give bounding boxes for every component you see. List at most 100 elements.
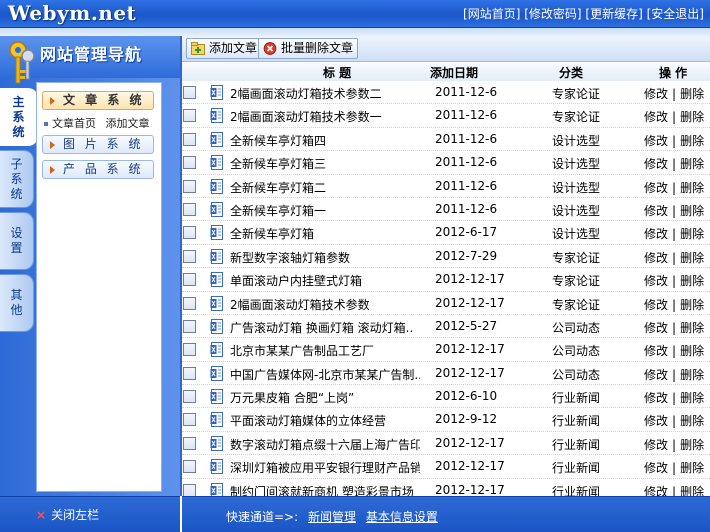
delete-link[interactable]: 删除 — [680, 321, 704, 335]
add-article-link[interactable]: 添加文章 — [106, 117, 150, 130]
edit-link[interactable]: 修改 — [644, 368, 668, 382]
row-checkbox[interactable] — [183, 179, 196, 193]
edit-link[interactable]: 修改 — [644, 321, 668, 335]
article-title[interactable]: 数字滚动灯箱点缀十六届上海广告印.. — [230, 436, 420, 453]
sub-header-strip — [0, 28, 710, 36]
delete-link[interactable]: 删除 — [680, 274, 704, 288]
tab-settings[interactable]: 设置 — [0, 212, 34, 270]
edit-link[interactable]: 修改 — [644, 274, 668, 288]
row-checkbox[interactable] — [183, 109, 196, 123]
tab-main-system[interactable]: 主系统 — [0, 88, 38, 146]
row-checkbox[interactable] — [183, 436, 196, 450]
delete-link[interactable]: 删除 — [680, 368, 704, 382]
edit-link[interactable]: 修改 — [644, 227, 668, 241]
tab-other[interactable]: 其他 — [0, 274, 34, 332]
row-checkbox[interactable] — [183, 460, 196, 474]
article-category: 行业新闻 — [552, 461, 601, 476]
edit-link[interactable]: 修改 — [644, 251, 668, 265]
article-title[interactable]: 全新候车亭灯箱一 — [230, 202, 420, 219]
row-checkbox[interactable] — [183, 86, 196, 99]
delete-link[interactable]: 删除 — [680, 134, 704, 148]
menu-article-system[interactable]: 文 章 系 统 — [42, 91, 154, 110]
update-cache-link[interactable]: [更新缓存] — [585, 7, 642, 21]
row-checkbox[interactable] — [183, 226, 196, 240]
article-title[interactable]: 北京市某某广告制品工艺厂 — [230, 342, 420, 359]
menu-image-system[interactable]: 图 片 系 统 — [42, 135, 154, 154]
home-link[interactable]: [网站首页] — [463, 7, 520, 21]
article-title[interactable]: 全新候车亭灯箱二 — [230, 179, 420, 196]
row-checkbox[interactable] — [183, 343, 196, 357]
row-actions: 修改 | 删除 — [644, 296, 704, 313]
row-checkbox[interactable] — [183, 296, 196, 310]
batch-delete-button[interactable]: 批量删除文章 — [258, 38, 359, 59]
logout-link[interactable]: [安全退出] — [647, 7, 704, 21]
document-icon — [210, 272, 223, 288]
menu-product-system[interactable]: 产 品 系 统 — [42, 160, 154, 179]
article-date: 2012-6-17 — [435, 225, 498, 240]
delete-link[interactable]: 删除 — [680, 344, 704, 358]
article-title[interactable]: 平面滚动灯箱媒体的立体经营 — [230, 412, 420, 429]
add-article-button[interactable]: 添加文章 — [186, 38, 263, 59]
edit-link[interactable]: 修改 — [644, 204, 668, 218]
row-checkbox[interactable] — [183, 156, 196, 170]
news-manage-link[interactable]: 新闻管理 — [308, 510, 356, 524]
article-date: 2011-12-6 — [435, 131, 498, 146]
delete-link[interactable]: 删除 — [680, 227, 704, 241]
article-title[interactable]: 广告滚动灯箱 换画灯箱 滚动灯箱.. — [230, 319, 420, 336]
row-checkbox[interactable] — [183, 249, 196, 263]
article-title[interactable]: 2幅画面滚动灯箱技术参数一 — [230, 108, 420, 125]
row-checkbox[interactable] — [183, 366, 196, 380]
edit-link[interactable]: 修改 — [644, 110, 668, 124]
delete-link[interactable]: 删除 — [680, 391, 704, 405]
article-category: 公司动态 — [552, 367, 601, 382]
edit-link[interactable]: 修改 — [644, 438, 668, 452]
article-home-link[interactable]: 文章首页 — [52, 117, 96, 130]
edit-link[interactable]: 修改 — [644, 134, 668, 148]
delete-link[interactable]: 删除 — [680, 251, 704, 265]
delete-link[interactable]: 删除 — [680, 157, 704, 171]
article-title[interactable]: 全新候车亭灯箱四 — [230, 132, 420, 149]
edit-link[interactable]: 修改 — [644, 414, 668, 428]
row-checkbox[interactable] — [183, 413, 196, 427]
delete-link[interactable]: 删除 — [680, 414, 704, 428]
article-title[interactable]: 制约门间滚就新商机 塑造彩景市场 — [230, 483, 420, 496]
article-title[interactable]: 深圳灯箱被应用平安银行理财产品销.. — [230, 459, 420, 476]
tab-sub-system[interactable]: 子系统 — [0, 150, 34, 208]
edit-link[interactable]: 修改 — [644, 391, 668, 405]
delete-link[interactable]: 删除 — [680, 204, 704, 218]
delete-link[interactable]: 删除 — [680, 461, 704, 475]
article-date: 2011-12-6 — [435, 155, 498, 170]
article-title[interactable]: 全新候车亭灯箱 — [230, 225, 420, 242]
close-left-button[interactable]: × 关闭左栏 — [36, 506, 99, 523]
edit-link[interactable]: 修改 — [644, 181, 668, 195]
article-title[interactable]: 2幅画面滚动灯箱技术参数二 — [230, 85, 420, 102]
article-title[interactable]: 中国广告媒体网-北京市某某广告制.. — [230, 366, 420, 383]
row-checkbox[interactable] — [183, 483, 196, 496]
row-checkbox[interactable] — [183, 202, 196, 216]
delete-link[interactable]: 删除 — [680, 181, 704, 195]
row-checkbox[interactable] — [183, 319, 196, 333]
article-sub-items: 文章首页 添加文章 — [44, 115, 162, 131]
change-password-link[interactable]: [修改密码] — [524, 7, 581, 21]
article-title[interactable]: 单面滚动户内挂壁式灯箱 — [230, 272, 420, 289]
article-title[interactable]: 全新候车亭灯箱三 — [230, 155, 420, 172]
delete-link[interactable]: 删除 — [680, 485, 704, 496]
article-title[interactable]: 2幅画面滚动灯箱技术参数 — [230, 296, 420, 313]
row-checkbox[interactable] — [183, 273, 196, 287]
edit-link[interactable]: 修改 — [644, 485, 668, 496]
edit-link[interactable]: 修改 — [644, 157, 668, 171]
action-separator: | — [672, 461, 677, 476]
edit-link[interactable]: 修改 — [644, 461, 668, 475]
article-title[interactable]: 万元果皮箱 合肥“上岗” — [230, 389, 420, 406]
delete-link[interactable]: 删除 — [680, 110, 704, 124]
edit-link[interactable]: 修改 — [644, 298, 668, 312]
delete-link[interactable]: 删除 — [680, 438, 704, 452]
delete-link[interactable]: 删除 — [680, 298, 704, 312]
row-checkbox[interactable] — [183, 132, 196, 146]
article-title[interactable]: 新型数字滚轴灯箱参数 — [230, 249, 420, 266]
edit-link[interactable]: 修改 — [644, 344, 668, 358]
row-checkbox[interactable] — [183, 390, 196, 404]
edit-link[interactable]: 修改 — [644, 87, 668, 101]
basic-info-settings-link[interactable]: 基本信息设置 — [366, 510, 438, 524]
delete-link[interactable]: 删除 — [680, 87, 704, 101]
